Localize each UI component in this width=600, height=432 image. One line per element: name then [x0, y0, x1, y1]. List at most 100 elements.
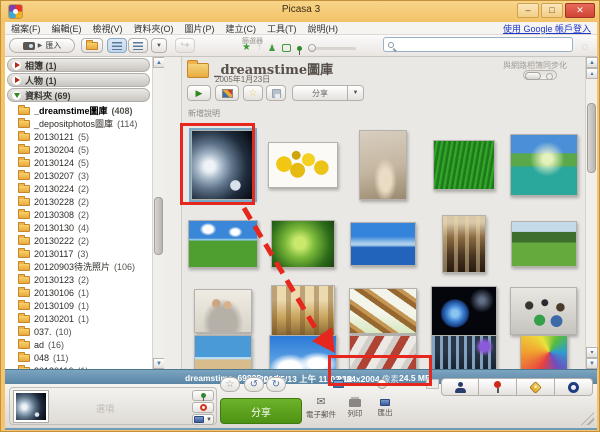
sidebar-folder-item[interactable]: 20130121 (5) — [5, 130, 164, 143]
photo-thumbnail-skewers[interactable] — [349, 288, 417, 334]
sidebar-folder-item[interactable]: 20130224 (2) — [5, 182, 164, 195]
menu-item[interactable]: 工具(T) — [267, 22, 297, 35]
photo-thumbnail-earth[interactable] — [431, 286, 497, 336]
sync-toggle[interactable] — [523, 70, 557, 80]
photo-thumbnail-grass[interactable] — [433, 140, 495, 190]
sidebar-folder-item[interactable]: _depositphotos圖庫 (114) — [5, 117, 164, 130]
photo-thumbnail-couple[interactable] — [194, 289, 252, 333]
resize-grip[interactable] — [581, 412, 594, 425]
zoom-slider[interactable] — [349, 383, 421, 386]
sidebar-folder-item[interactable]: _dreamstime圖庫 (408) — [5, 104, 164, 117]
places-panel-button[interactable] — [479, 378, 517, 396]
main-scrollbar[interactable]: ▲ ▴ ▾ ▼ — [585, 57, 597, 369]
zoom-slider-knob[interactable] — [377, 379, 387, 389]
photo-thumbnail-group[interactable] — [510, 287, 577, 335]
maximize-button[interactable]: □ — [541, 3, 563, 18]
flat-view-button[interactable] — [107, 38, 127, 53]
menu-item[interactable]: 建立(C) — [226, 22, 257, 35]
menu-item[interactable]: 檢視(V) — [93, 22, 123, 35]
filter-date-slider[interactable] — [308, 47, 356, 50]
sidebar-folder-item[interactable]: 20130106 (1) — [5, 286, 164, 299]
print-button[interactable]: 列印 — [338, 397, 372, 419]
sidebar-folder-item[interactable]: 20130207 (3) — [5, 169, 164, 182]
sidebar-folder-item[interactable]: 20130228 (2) — [5, 195, 164, 208]
menu-item[interactable]: 圖片(P) — [185, 22, 215, 35]
sidebar-folder-item[interactable]: 20130123 (2) — [5, 273, 164, 286]
sidebar-section-people[interactable]: 人物 (1) — [7, 73, 150, 87]
photo-thumbnail-car[interactable] — [191, 130, 255, 200]
share-green-button[interactable]: 分享 — [220, 398, 302, 424]
photo-thumbnail-farm[interactable] — [188, 220, 258, 268]
photo-thumbnail-office[interactable] — [431, 335, 497, 369]
add-folder-button[interactable] — [81, 38, 103, 53]
photo-thumbnail-palace[interactable] — [271, 285, 335, 337]
add-to-album-button[interactable]: ▼ — [192, 414, 214, 425]
sidebar-folder-item[interactable]: 20130117 (3) — [5, 247, 164, 260]
sidebar-folder-item[interactable]: 20130124 (5) — [5, 156, 164, 169]
sidebar-folder-item[interactable]: 20130130 (4) — [5, 221, 164, 234]
sidebar-section-albums[interactable]: 相簿 (1) — [7, 58, 150, 72]
menu-item[interactable]: 檔案(F) — [11, 22, 41, 35]
export-button[interactable]: 匯出 — [368, 397, 402, 418]
minimize-button[interactable]: – — [517, 3, 539, 18]
scrollbar-thumb[interactable] — [154, 197, 163, 255]
search-input[interactable] — [394, 39, 568, 50]
large-thumbnails-icon[interactable] — [426, 379, 439, 389]
scroll-down-button[interactable]: ▾ — [586, 347, 598, 358]
slideshow-button[interactable]: ▶ — [187, 85, 211, 101]
star-button[interactable]: ☆ — [243, 85, 263, 101]
menu-item[interactable]: 資料夾(O) — [134, 22, 174, 35]
sidebar-folder-item[interactable]: 20130204 (5) — [5, 143, 164, 156]
sidebar-folder-item[interactable]: 20130109 (1) — [5, 299, 164, 312]
sidebar-folder-item[interactable]: 20120903待洗照片 (106) — [5, 260, 164, 273]
slider-knob[interactable] — [308, 44, 316, 52]
photo-thumbnail-clouds[interactable] — [269, 335, 337, 369]
tray-thumbnail-car[interactable] — [14, 391, 48, 422]
scroll-top-button[interactable]: ▲ — [586, 57, 598, 68]
sidebar-scrollbar[interactable]: ▲ ▼ — [152, 57, 164, 369]
tree-view-button[interactable] — [128, 38, 148, 53]
sidebar-folder-item[interactable]: 20130222 (2) — [5, 234, 164, 247]
filter-movies-icon[interactable] — [282, 44, 291, 52]
clear-tray-button[interactable] — [192, 402, 214, 413]
filter-starred-icon[interactable]: ★ — [242, 43, 251, 53]
filter-geotag-icon[interactable] — [297, 46, 302, 51]
scroll-up-button[interactable]: ▲ — [153, 57, 164, 68]
people-panel-button[interactable] — [441, 378, 479, 396]
share-button[interactable]: 分享 — [292, 85, 348, 101]
photo-thumbnail-flowers[interactable] — [268, 142, 338, 188]
photo-thumbnail-lake[interactable] — [350, 222, 416, 266]
star-photo-button[interactable]: ☆ — [220, 377, 240, 392]
sidebar-folder-item[interactable]: 20130308 (2) — [5, 208, 164, 221]
photo-thumbnail-interior[interactable] — [349, 335, 417, 369]
filter-faces-icon[interactable]: ♟ — [268, 43, 276, 53]
photo-thumbnail-forest[interactable] — [271, 220, 335, 268]
sidebar-folder-item[interactable]: ad (16) — [5, 338, 164, 351]
view-options-dropdown[interactable]: ▼ — [151, 38, 167, 53]
rotate-left-button[interactable]: ↺ — [244, 377, 264, 392]
import-button[interactable]: ▶ 匯入 — [9, 38, 75, 53]
photo-thumbnail-lakeforest[interactable] — [510, 134, 578, 196]
sidebar-section-folders[interactable]: 資料夾 (69) — [7, 88, 150, 102]
photo-thumbnail-swirl[interactable] — [520, 335, 568, 369]
small-thumbnails-icon[interactable] — [333, 380, 344, 388]
sidebar-folder-item[interactable]: 20130201 (1) — [5, 312, 164, 325]
scrollbar-thumb[interactable] — [587, 103, 596, 173]
close-button[interactable]: ✕ — [565, 3, 595, 18]
back-button[interactable]: ↪ — [175, 38, 195, 53]
properties-panel-button[interactable] — [555, 378, 593, 396]
email-button[interactable]: ✉ 電子郵件 — [304, 397, 338, 420]
scroll-down-button[interactable]: ▼ — [153, 358, 164, 369]
save-button[interactable] — [266, 85, 286, 101]
photo-thumbnail-beach[interactable] — [194, 335, 252, 369]
sidebar-folder-item[interactable]: 048 (11) — [5, 351, 164, 364]
photo-thumbnail-restaurant[interactable] — [442, 215, 486, 273]
share-dropdown[interactable]: ▼ — [348, 85, 364, 101]
google-signin-link[interactable]: 使用 Google 帳戶登入 — [503, 22, 591, 35]
scroll-up-button[interactable]: ▴ — [586, 68, 598, 79]
filter-uploaded-icon[interactable]: ↑ — [257, 43, 262, 53]
tags-panel-button[interactable] — [517, 378, 555, 396]
menu-item[interactable]: 說明(H) — [308, 22, 339, 35]
photo-thumbnail-shell[interactable] — [359, 130, 407, 200]
collage-button[interactable] — [215, 85, 239, 101]
